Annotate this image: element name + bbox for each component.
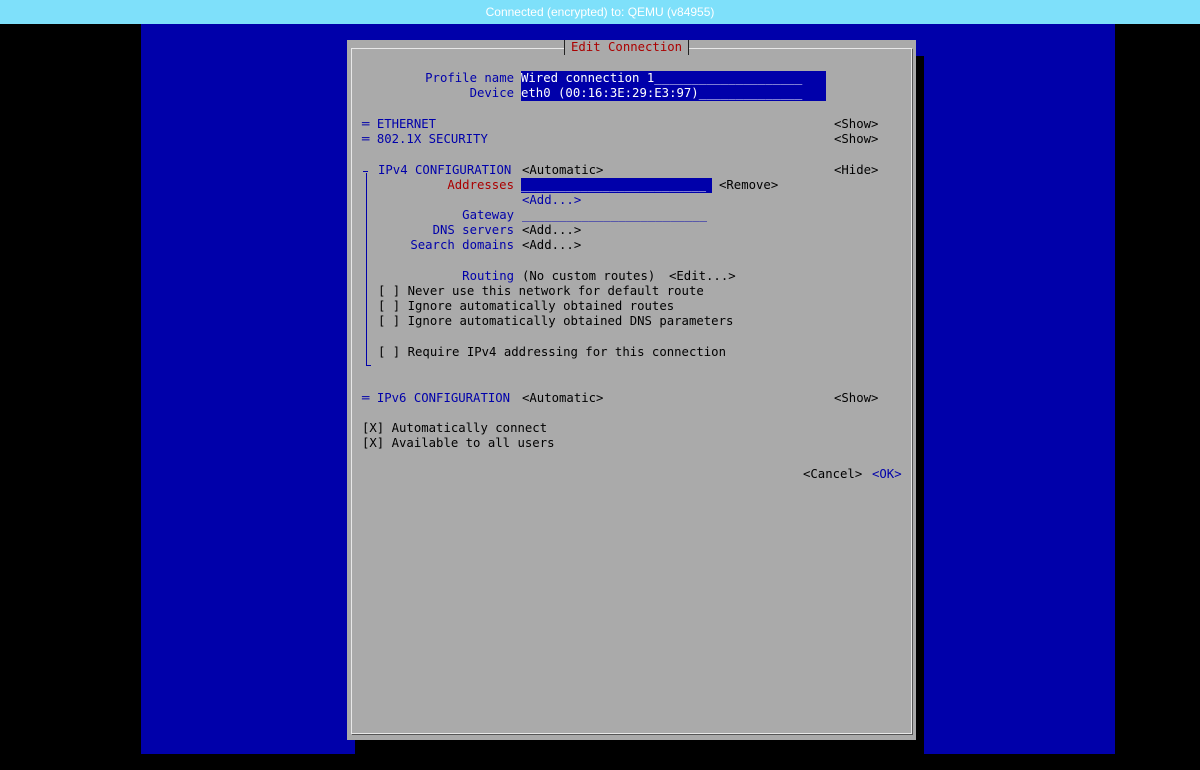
checkbox-mark: [ ] [378, 345, 401, 359]
profile-name-label: Profile name [425, 71, 514, 85]
ipv4-bracket-line [366, 173, 367, 365]
ipv6-label: IPv6 CONFIGURATION [376, 391, 511, 405]
cancel-button[interactable]: <Cancel> [803, 467, 862, 482]
gateway-label: Gateway [462, 208, 514, 222]
ethernet-show-button[interactable]: <Show> [834, 117, 878, 132]
security-label: 802.1X SECURITY [376, 132, 488, 146]
dns-servers-label: DNS servers [432, 223, 514, 237]
ipv4-label: IPv4 CONFIGURATION [378, 163, 512, 177]
edit-connection-dialog: Edit Connection Profile name Wired conne… [347, 40, 916, 740]
ignore-routes-checkbox[interactable]: [ ] Ignore automatically obtained routes [378, 299, 674, 314]
auto-connect-checkbox[interactable]: [X] Automatically connect [362, 421, 547, 436]
checkbox-label: Never use this network for default route [407, 284, 704, 298]
remove-address-button[interactable]: <Remove> [719, 178, 778, 193]
checkbox-label: Ignore automatically obtained DNS parame… [407, 314, 734, 328]
security-section-header[interactable]: ═ 802.1X SECURITY [362, 132, 488, 147]
dialog-title: Edit Connection [564, 40, 690, 55]
ipv4-bracket-top [363, 171, 368, 172]
addresses-input[interactable]: _________________________ [521, 178, 712, 193]
checkbox-mark: [ ] [378, 299, 401, 313]
search-domains-add-button[interactable]: <Add...> [522, 238, 581, 253]
ipv4-hide-button[interactable]: <Hide> [834, 163, 878, 178]
device-label: Device [469, 86, 514, 100]
ethernet-label: ETHERNET [376, 117, 437, 131]
checkbox-mark: [ ] [378, 284, 401, 298]
never-default-route-checkbox[interactable]: [ ] Never use this network for default r… [378, 284, 704, 299]
checkbox-label: Automatically connect [391, 421, 548, 435]
ipv6-show-button[interactable]: <Show> [834, 391, 878, 406]
checkbox-label: Available to all users [391, 436, 555, 450]
dns-add-button[interactable]: <Add...> [522, 223, 581, 238]
device-input[interactable]: eth0 (00:16:3E:29:E3:97)______________ [521, 86, 826, 101]
all-users-checkbox[interactable]: [X] Available to all users [362, 436, 555, 451]
ipv4-bracket-bottom [366, 365, 371, 366]
ignore-dns-checkbox[interactable]: [ ] Ignore automatically obtained DNS pa… [378, 314, 733, 329]
ipv6-section-header[interactable]: ═ IPv6 CONFIGURATION [362, 391, 510, 406]
security-show-button[interactable]: <Show> [834, 132, 878, 147]
search-domains-label: Search domains [410, 238, 514, 252]
vnc-status-bar: Connected (encrypted) to: QEMU (v84955) [0, 0, 1200, 24]
checkbox-mark: [X] [362, 421, 385, 435]
routing-value: (No custom routes) [522, 269, 656, 283]
checkbox-label: Ignore automatically obtained routes [407, 299, 675, 313]
routing-label: Routing [462, 269, 514, 283]
addresses-label: Addresses [447, 178, 514, 192]
routing-edit-button[interactable]: <Edit...> [669, 269, 736, 284]
checkbox-label: Require IPv4 addressing for this connect… [407, 345, 726, 359]
ok-button[interactable]: <OK> [872, 467, 902, 482]
profile-name-input[interactable]: Wired connection 1____________________ [521, 71, 826, 86]
ipv6-method-dropdown[interactable]: <Automatic> [522, 391, 603, 406]
ethernet-section-header[interactable]: ═ ETHERNET [362, 117, 436, 132]
checkbox-mark: [X] [362, 436, 385, 450]
profile-name-value: Wired connection 1 [521, 71, 655, 85]
add-address-button[interactable]: <Add...> [522, 193, 581, 208]
checkbox-mark: [ ] [378, 314, 401, 328]
ipv4-method-dropdown[interactable]: <Automatic> [522, 163, 603, 178]
vnc-status-text: Connected (encrypted) to: QEMU (v84955) [485, 5, 715, 19]
require-ipv4-checkbox[interactable]: [ ] Require IPv4 addressing for this con… [378, 345, 726, 360]
device-value: eth0 (00:16:3E:29:E3:97) [521, 86, 699, 100]
gateway-input[interactable]: _________________________ [522, 208, 713, 223]
